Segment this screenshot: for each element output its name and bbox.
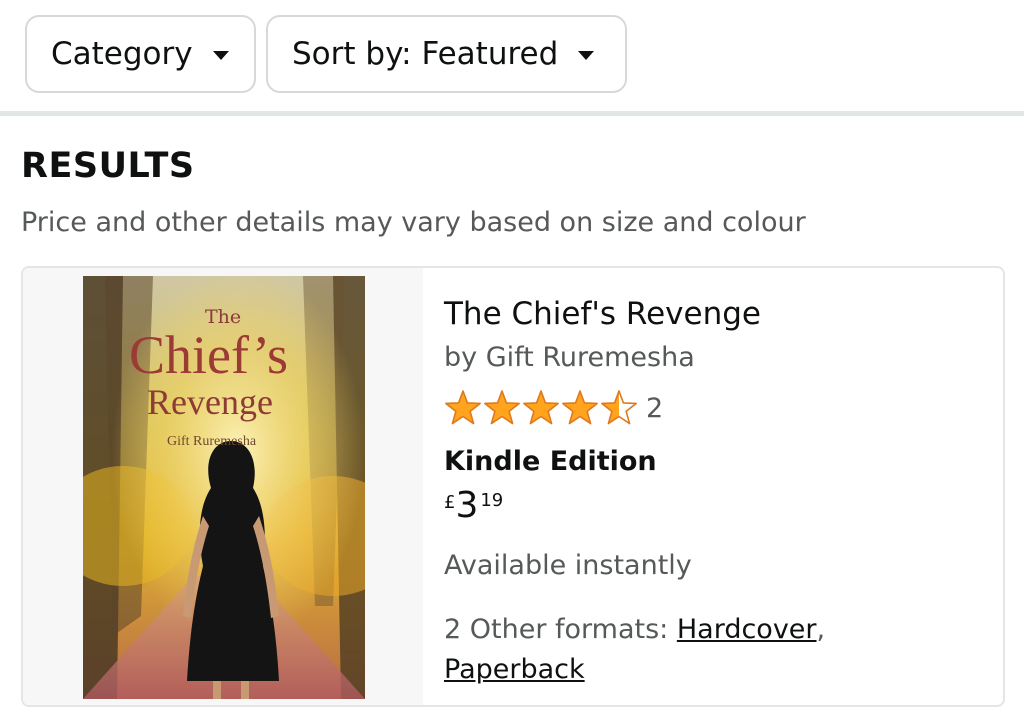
format-label[interactable]: Kindle Edition: [444, 446, 657, 477]
star-5: [601, 390, 637, 425]
star-1: [445, 390, 481, 425]
price: £ 3 19: [444, 484, 503, 528]
filter-bar: Category Sort by: Featured: [0, 0, 1024, 112]
book-cover-image[interactable]: The Chief’s Revenge Gift Ruremesha: [83, 276, 365, 699]
product-image-panel: The Chief’s Revenge Gift Ruremesha: [23, 268, 423, 705]
sort-dropdown-label: Sort by: Featured: [292, 36, 559, 72]
product-byline: by Gift Ruremesha: [444, 342, 695, 373]
caret-down-icon: [578, 50, 595, 60]
price-symbol: £: [444, 492, 456, 513]
sort-dropdown[interactable]: Sort by: Featured: [266, 15, 627, 93]
product-info: The Chief's Revenge by Gift Ruremesha 2 …: [444, 268, 984, 705]
availability: Available instantly: [444, 550, 692, 581]
rating[interactable]: 2: [444, 388, 663, 428]
results-heading: RESULTS: [21, 146, 195, 186]
star-4: [562, 390, 598, 425]
cover-author: Gift Ruremesha: [167, 434, 257, 449]
results-note: Price and other details may vary based o…: [21, 207, 806, 238]
star-3: [523, 390, 559, 425]
category-dropdown[interactable]: Category: [25, 15, 256, 93]
format-link-hardcover[interactable]: Hardcover: [677, 614, 817, 645]
price-fraction: 19: [480, 490, 504, 511]
product-title[interactable]: The Chief's Revenge: [444, 296, 761, 332]
category-dropdown-label: Category: [51, 36, 193, 72]
format-link-separator: ,: [816, 614, 826, 645]
caret-down-icon: [212, 50, 229, 60]
star-rating-icon: [445, 390, 637, 425]
star-2: [484, 390, 520, 425]
cover-title-main: Chief’s: [129, 325, 288, 385]
other-formats: 2 Other formats: Hardcover, Paperback: [444, 610, 964, 690]
price-whole: 3: [455, 485, 479, 526]
section-divider: [0, 111, 1024, 116]
format-link-paperback[interactable]: Paperback: [444, 654, 585, 685]
other-formats-prefix: 2 Other formats:: [444, 614, 677, 645]
product-card[interactable]: The Chief’s Revenge Gift Ruremesha The C…: [21, 266, 1005, 707]
rating-count: 2: [646, 392, 664, 424]
cover-title-sub: Revenge: [147, 382, 273, 422]
